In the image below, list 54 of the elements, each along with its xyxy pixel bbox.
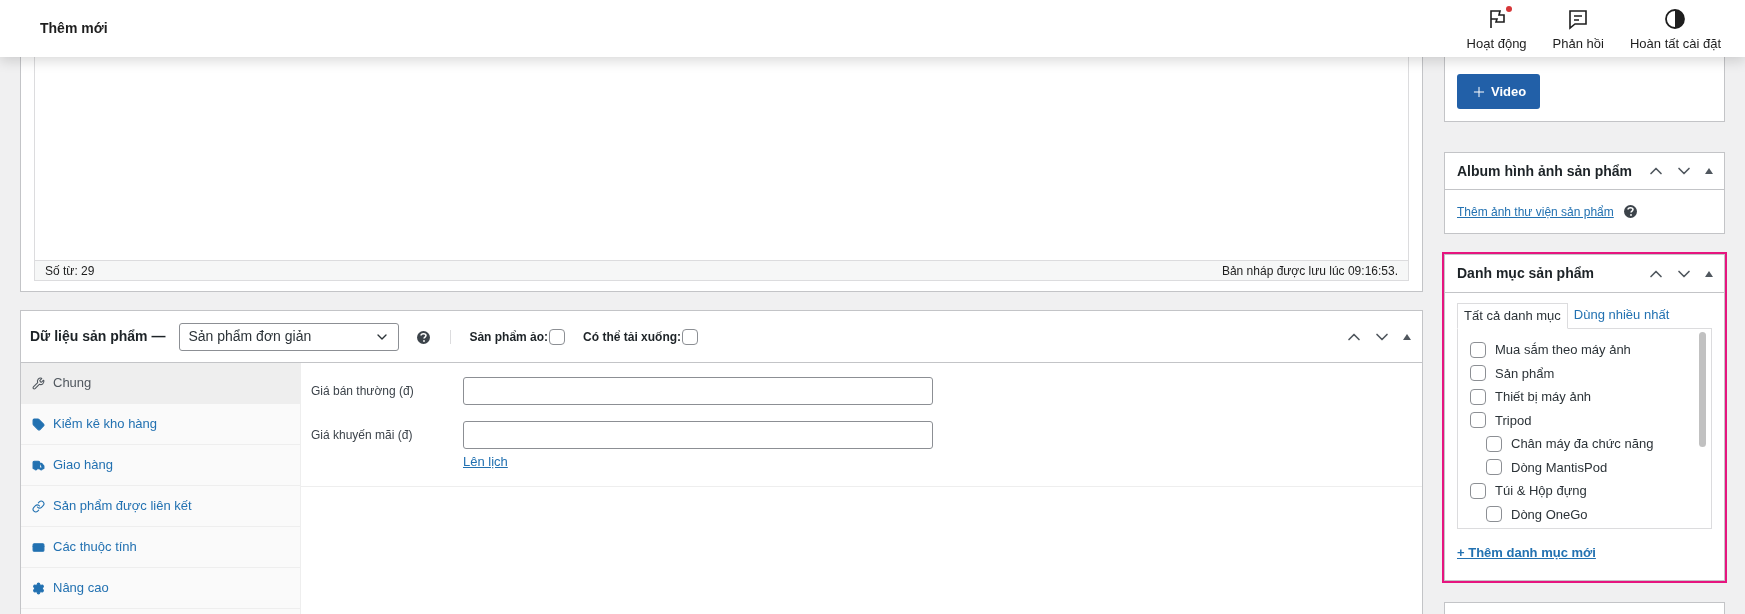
box-title: Album hình ảnh sản phẩm: [1457, 161, 1632, 181]
product-type-select[interactable]: Sản phẩm đơn giản: [179, 322, 400, 351]
collapse-button[interactable]: [1400, 333, 1414, 340]
price-field[interactable]: [463, 421, 933, 449]
help-icon: [1623, 205, 1637, 218]
help-icon: [417, 330, 431, 344]
tag-icon: [32, 417, 45, 431]
wrench-icon: [32, 376, 45, 390]
checkbox[interactable]: [1486, 435, 1502, 452]
field-label: Giá bán thường (đ): [310, 383, 415, 400]
category-label: Mua sắm theo máy ảnh: [1495, 341, 1631, 359]
toolbar-button[interactable]: Phản hồi: [1552, 7, 1604, 54]
link-icon: [32, 499, 45, 513]
schedule-link[interactable]: Lên lịch: [463, 452, 508, 472]
box-title: Danh mục sản phẩm: [1457, 264, 1594, 283]
checkbox[interactable]: [549, 328, 566, 345]
checkbox[interactable]: [1470, 388, 1486, 405]
collapse-button[interactable]: [1702, 270, 1716, 277]
category-label: Dòng MantisPod: [1511, 458, 1608, 477]
gear-icon: [32, 581, 45, 595]
price-field[interactable]: [463, 377, 933, 405]
collapse-button[interactable]: [1702, 168, 1716, 174]
checkbox[interactable]: [1470, 482, 1486, 499]
half-circle-icon: [1663, 7, 1688, 32]
checkbox[interactable]: [1486, 506, 1502, 523]
category-label: Tripod: [1495, 411, 1532, 430]
panel-title: Dữ liệu sản phẩm —: [30, 327, 166, 346]
checkbox[interactable]: [1470, 341, 1486, 358]
truck-icon: [32, 458, 45, 472]
field-label: Giá khuyến mãi (đ): [310, 427, 414, 444]
word-count: Số từ: 29: [45, 262, 95, 280]
toolbar-button[interactable]: Hoạt động: [1466, 7, 1527, 54]
checkbox[interactable]: [1470, 365, 1486, 382]
option-label: Sản phẩm ảo:: [469, 328, 549, 346]
category-tab[interactable]: Dùng nhiều nhất: [1567, 302, 1676, 328]
product-data-tab[interactable]: Chung: [21, 363, 300, 404]
category-label: Sản phẩm: [1495, 364, 1555, 383]
category-tab[interactable]: Tất cả danh mục: [1457, 303, 1568, 329]
add-category-link[interactable]: + Thêm danh mục mới: [1457, 545, 1596, 560]
checkbox[interactable]: [1470, 412, 1486, 429]
card-icon: [32, 540, 45, 554]
checkbox[interactable]: [1486, 459, 1502, 476]
category-label: Túi & Hộp đựng: [1495, 482, 1587, 500]
page-title: Thêm mới: [40, 19, 108, 38]
option-label: Có thể tải xuống:: [583, 328, 682, 346]
category-label: Thiết bị máy ảnh: [1495, 388, 1592, 406]
category-label: Dòng OneGo: [1511, 505, 1588, 524]
scrollbar-thumb[interactable]: [1699, 332, 1706, 447]
category-label: Chân máy đa chức năng: [1511, 435, 1654, 453]
add-gallery-link[interactable]: Thêm ảnh thư viện sản phẩm: [1457, 202, 1614, 221]
video-button[interactable]: Video: [1457, 74, 1541, 109]
checkbox[interactable]: [682, 328, 699, 345]
toolbar-button[interactable]: Hoàn tất cài đặt: [1629, 7, 1721, 54]
draft-status: Bản nháp được lưu lúc 09:16:53.: [1221, 262, 1398, 280]
